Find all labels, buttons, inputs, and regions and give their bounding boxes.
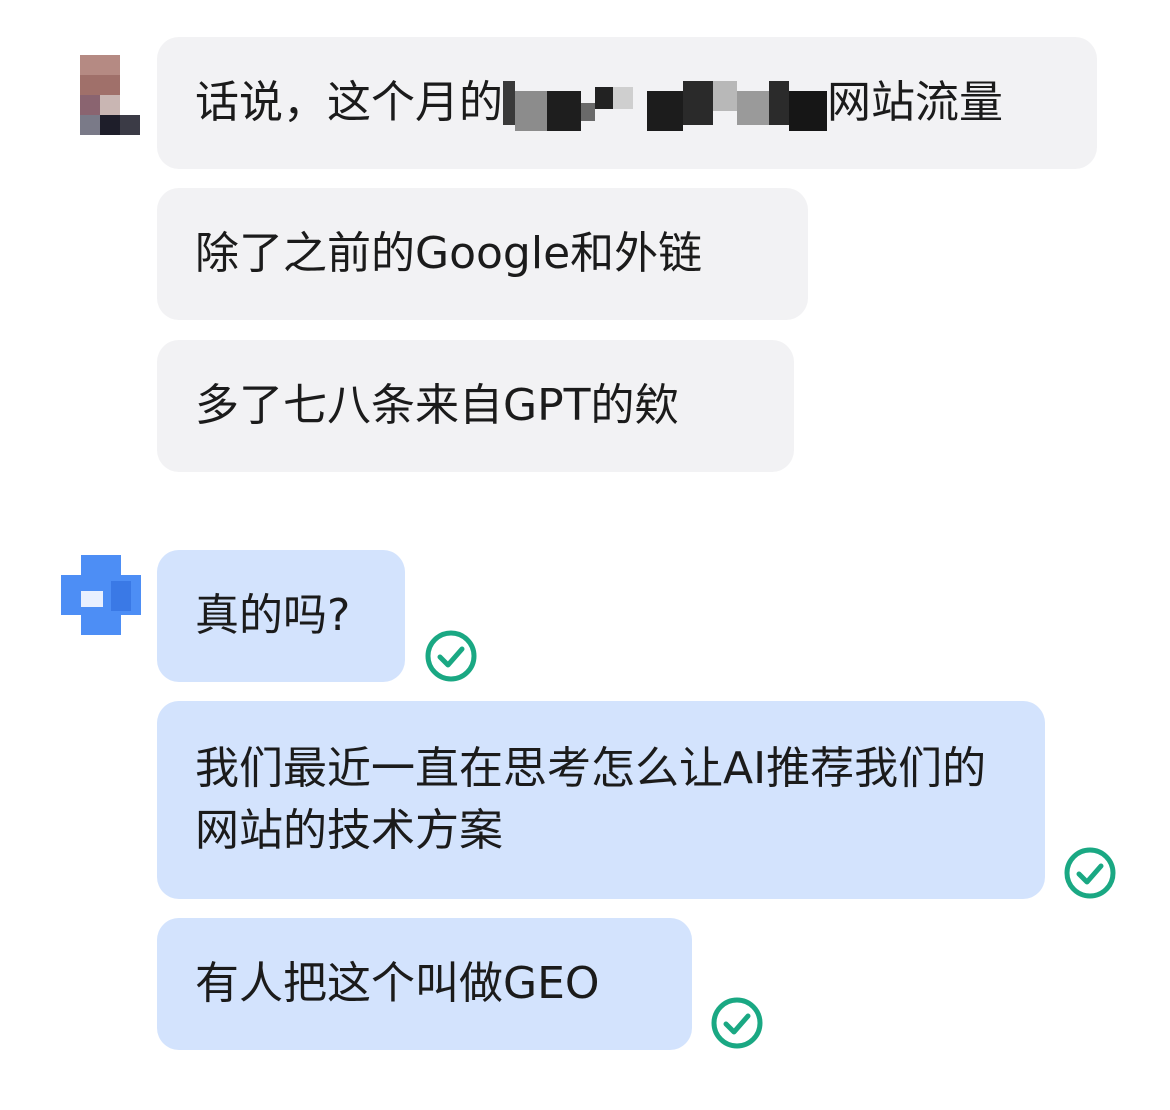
message-bubble-incoming[interactable]: 话说，这个月的 网站流量 xyxy=(157,37,1097,169)
redacted-block xyxy=(503,75,827,131)
message-text: 我们最近一直在思考怎么让AI推荐我们的网站的技术方案 xyxy=(195,743,987,856)
message-text: 除了之前的Google和外链 xyxy=(195,228,703,279)
message-text-part: 话说，这个月的 xyxy=(195,77,503,128)
message-bubble-outgoing[interactable]: 我们最近一直在思考怎么让AI推荐我们的网站的技术方案 xyxy=(157,701,1045,899)
message-text: 有人把这个叫做GEO xyxy=(195,958,600,1009)
message-text: 真的吗? xyxy=(195,590,351,641)
message-text: 多了七八条来自GPT的欸 xyxy=(195,380,679,431)
own-avatar[interactable] xyxy=(61,555,141,635)
message-bubble-incoming[interactable]: 多了七八条来自GPT的欸 xyxy=(157,340,794,472)
message-text-part: 网站流量 xyxy=(827,77,1003,128)
read-check-icon xyxy=(425,630,477,682)
message-bubble-outgoing[interactable]: 真的吗? xyxy=(157,550,405,682)
read-check-icon xyxy=(1064,847,1116,899)
message-bubble-outgoing[interactable]: 有人把这个叫做GEO xyxy=(157,918,692,1050)
contact-avatar[interactable] xyxy=(80,55,140,135)
read-check-icon xyxy=(711,997,763,1049)
message-bubble-incoming[interactable]: 除了之前的Google和外链 xyxy=(157,188,808,320)
